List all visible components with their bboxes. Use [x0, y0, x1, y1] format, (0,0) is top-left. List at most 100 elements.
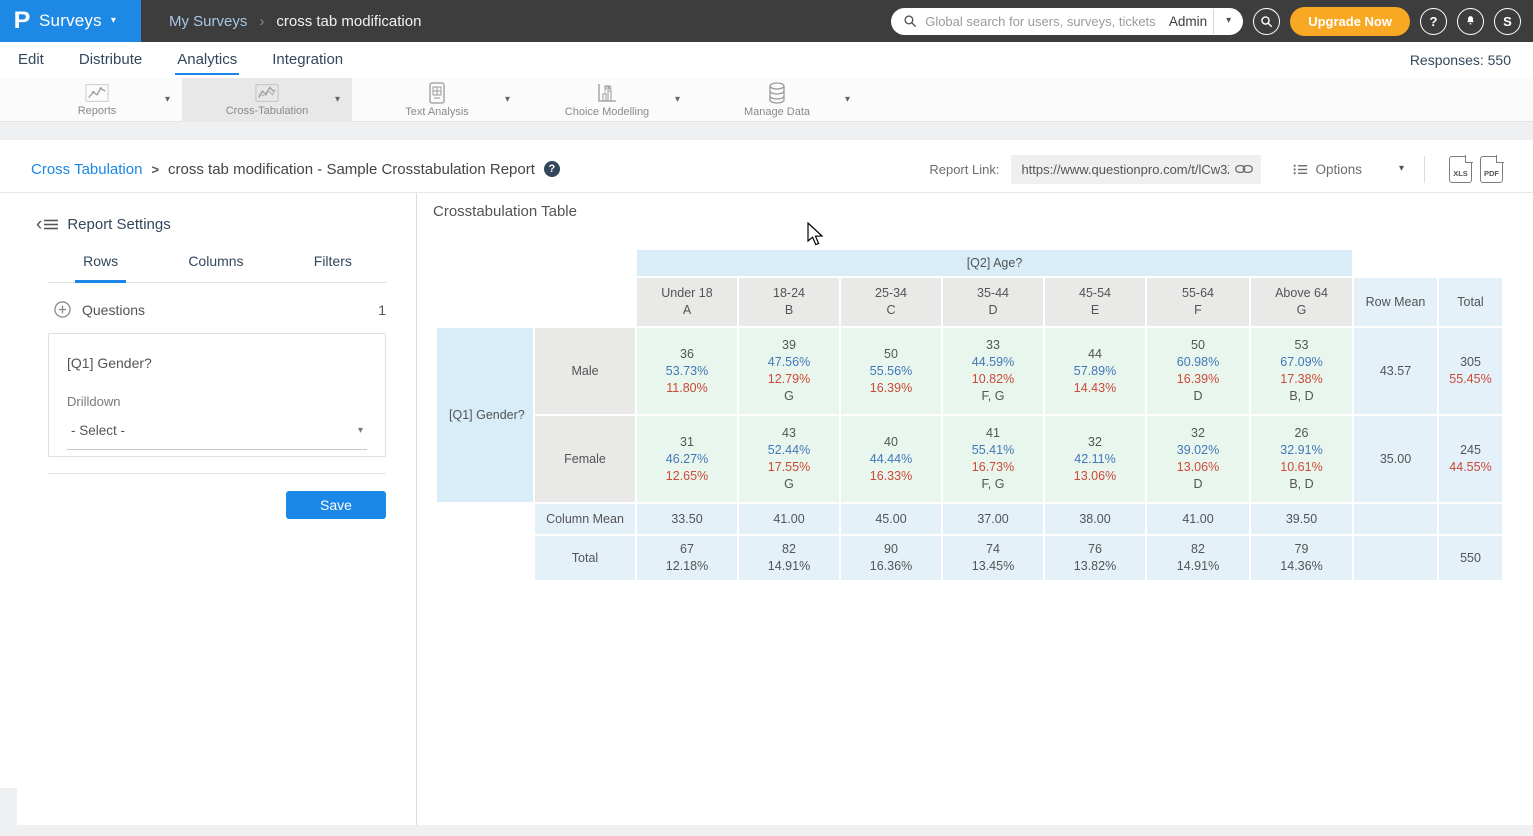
collapse-panel-icon[interactable]: ‹	[36, 218, 58, 232]
breadcrumb-separator-icon: >	[151, 162, 159, 177]
report-link-field[interactable]: https://www.questionpro.com/t/lCw3Zc	[1011, 155, 1261, 184]
report-link-url[interactable]: https://www.questionpro.com/t/lCw3Zc	[1021, 162, 1229, 177]
spacer-cell	[437, 250, 635, 276]
menu-icon	[44, 219, 58, 230]
link-icon[interactable]	[1235, 163, 1253, 175]
export-pdf-button[interactable]: PDF	[1480, 156, 1503, 183]
pdf-label: PDF	[1484, 169, 1499, 178]
toolbar-item-reports[interactable]: Reports ▾	[12, 78, 182, 122]
questions-label: Questions	[82, 302, 145, 318]
toolbar-item-choice-modelling[interactable]: Choice Modelling ▾	[522, 78, 692, 122]
data-cell: 3653.73%11.80%	[637, 328, 737, 414]
toolbar-item-label: Choice Modelling	[565, 106, 649, 118]
questions-section-header[interactable]: Questions 1	[54, 301, 386, 318]
column-mean-cell: 38.00	[1045, 504, 1145, 534]
drilldown-select[interactable]: - Select - ▾	[67, 418, 367, 450]
toolbar-item-manage-data[interactable]: Manage Data ▾	[692, 78, 862, 122]
caret-down-icon: ▾	[358, 426, 363, 436]
global-search[interactable]: Admin ▾	[891, 8, 1243, 35]
tab-distribute[interactable]: Distribute	[77, 45, 144, 75]
data-cell: 4457.89%14.43%	[1045, 328, 1145, 414]
export-xls-button[interactable]: XLS	[1449, 156, 1472, 183]
caret-down-icon[interactable]: ▾	[505, 95, 510, 105]
account-avatar[interactable]: S	[1494, 8, 1521, 35]
data-cell: 3947.56%12.79%G	[739, 328, 839, 414]
help-icon[interactable]: ?	[544, 161, 560, 177]
data-row-female: Female 3146.27%12.65% 4352.44%17.55%G 40…	[437, 416, 1502, 502]
column-header: 55-64F	[1147, 278, 1249, 326]
column-mean-cell: 41.00	[1147, 504, 1249, 534]
tab-filters[interactable]: Filters	[306, 253, 360, 283]
column-group-header: [Q2] Age?	[637, 250, 1352, 276]
toolbar-item-label: Cross-Tabulation	[226, 105, 309, 117]
question-title: [Q1] Gender?	[67, 355, 367, 371]
product-switcher[interactable]: P Surveys ▾	[0, 0, 141, 42]
drilldown-label: Drilldown	[67, 394, 367, 409]
column-mean-cell: 37.00	[943, 504, 1043, 534]
data-cell: 5055.56%16.39%	[841, 328, 941, 414]
column-mean-cell: 45.00	[841, 504, 941, 534]
question-mark-icon: ?	[1430, 14, 1438, 29]
total-cell: 6712.18%	[637, 536, 737, 580]
upgrade-button[interactable]: Upgrade Now	[1290, 7, 1410, 36]
tab-columns[interactable]: Columns	[180, 253, 251, 283]
settings-tabs: Rows Columns Filters	[48, 253, 387, 283]
column-mean-label: Column Mean	[535, 504, 635, 534]
empty-cell	[1354, 504, 1437, 534]
responses-count: Responses: 550	[1410, 52, 1517, 68]
tab-rows[interactable]: Rows	[75, 253, 126, 283]
total-cell: 9016.36%	[841, 536, 941, 580]
global-search-input[interactable]	[923, 13, 1163, 30]
search-scope-selector[interactable]: Admin	[1169, 14, 1207, 29]
divider	[1213, 9, 1214, 34]
empty-cell	[1354, 536, 1437, 580]
row-label: Male	[535, 328, 635, 414]
row-total-cell: 24544.55%	[1439, 416, 1502, 502]
caret-down-icon[interactable]: ▾	[845, 95, 850, 105]
data-cell: 3344.59%10.82%F, G	[943, 328, 1043, 414]
toolbar-item-label: Text Analysis	[405, 106, 469, 118]
tab-analytics[interactable]: Analytics	[175, 45, 239, 75]
data-cell: 4044.44%16.33%	[841, 416, 941, 502]
caret-down-icon[interactable]: ▾	[1220, 16, 1237, 26]
add-circle-icon[interactable]	[54, 301, 71, 318]
empty-cell	[1439, 504, 1502, 534]
search-button[interactable]	[1253, 8, 1280, 35]
notifications-button[interactable]	[1457, 8, 1484, 35]
table-title: Crosstabulation Table	[433, 203, 577, 220]
caret-down-icon[interactable]: ▾	[675, 95, 680, 105]
question-card: [Q1] Gender? Drilldown - Select - ▾	[48, 333, 386, 457]
caret-down-icon[interactable]: ▾	[335, 95, 340, 105]
search-icon	[903, 14, 917, 28]
save-button[interactable]: Save	[286, 491, 386, 519]
options-label: Options	[1315, 162, 1362, 177]
data-cell: 4155.41%16.73%F, G	[943, 416, 1043, 502]
options-dropdown[interactable]: Options ▾	[1293, 162, 1404, 177]
column-header: 45-54E	[1045, 278, 1145, 326]
data-cell: 5060.98%16.39%D	[1147, 328, 1249, 414]
caret-down-icon[interactable]: ▾	[1399, 164, 1404, 174]
row-mean-cell: 35.00	[1354, 416, 1437, 502]
report-settings-panel: ‹ Report Settings Rows Columns Filters Q…	[0, 193, 417, 825]
caret-down-icon[interactable]: ▾	[165, 95, 170, 105]
row-total-cell: 30555.45%	[1439, 328, 1502, 414]
help-button[interactable]: ?	[1420, 8, 1447, 35]
column-mean-cell: 33.50	[637, 504, 737, 534]
report-link-label: Report Link:	[929, 162, 999, 177]
tab-integration[interactable]: Integration	[270, 45, 345, 75]
data-cell: 2632.91%10.61%B, D	[1251, 416, 1352, 502]
topbar-breadcrumb: My Surveys › cross tab modification	[169, 13, 421, 30]
tab-edit[interactable]: Edit	[16, 45, 46, 75]
breadcrumb-cross-tabulation[interactable]: Cross Tabulation	[31, 161, 142, 178]
breadcrumb-my-surveys[interactable]: My Surveys	[169, 13, 247, 30]
toolbar-item-text-analysis[interactable]: Text Analysis ▾	[352, 78, 522, 122]
total-cell: 7613.82%	[1045, 536, 1145, 580]
database-icon	[768, 82, 786, 104]
total-cell: 8214.91%	[739, 536, 839, 580]
cross-tab-chart-icon	[255, 83, 279, 103]
line-chart-icon	[85, 83, 109, 103]
search-icon	[1260, 15, 1273, 28]
toolbar-item-cross-tabulation[interactable]: Cross-Tabulation ▾	[182, 78, 352, 122]
xls-label: XLS	[1453, 169, 1468, 178]
column-header: 35-44D	[943, 278, 1043, 326]
